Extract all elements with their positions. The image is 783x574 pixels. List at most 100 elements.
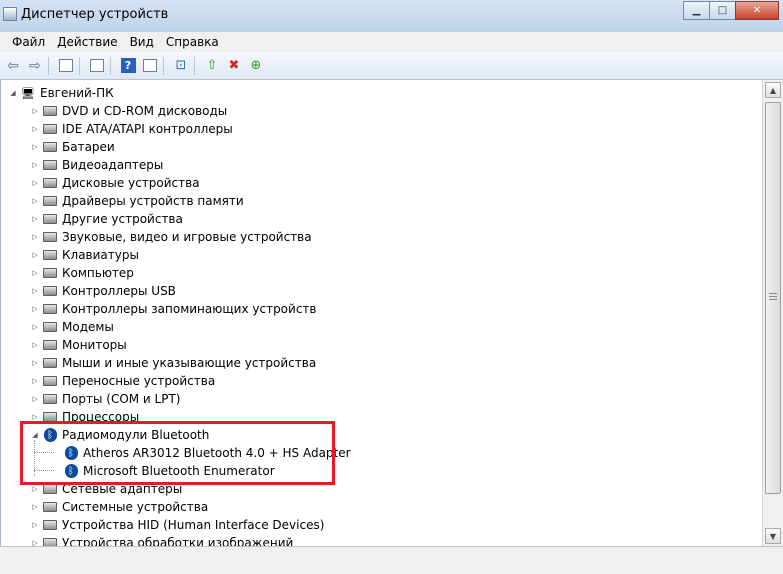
tree-category-0[interactable]: ▷ DVD и CD-ROM дисководы (31, 102, 227, 120)
expand-arrow-icon[interactable]: ▷ (31, 521, 39, 529)
window-title: Диспетчер устройств (21, 7, 169, 22)
ide-controller-icon (42, 122, 58, 136)
mouse-icon (42, 356, 58, 370)
scroll-down-button[interactable]: ▼ (765, 528, 781, 544)
computer-icon (42, 266, 58, 280)
tree-category-label: Мониторы (62, 338, 127, 352)
battery-icon (42, 140, 58, 154)
tree-category-4[interactable]: ▷ Дисковые устройства (31, 174, 200, 192)
menu-help[interactable]: Справка (160, 35, 225, 49)
expand-arrow-icon[interactable]: ▷ (31, 269, 39, 277)
collapse-arrow-icon[interactable]: ◢ (9, 89, 17, 97)
expand-arrow-icon[interactable]: ▷ (31, 107, 39, 115)
tree-category-3[interactable]: ▷ Видеоадаптеры (31, 156, 163, 174)
tree-category-10[interactable]: ▷ Контроллеры USB (31, 282, 176, 300)
tree-category-13[interactable]: ▷ Мониторы (31, 336, 127, 354)
tree-category-21[interactable]: ▷ Устройства HID (Human Interface Devices… (31, 516, 324, 534)
tree-category-8[interactable]: ▷ Клавиатуры (31, 246, 139, 264)
expand-arrow-icon[interactable]: ▷ (31, 323, 39, 331)
tree-category-6[interactable]: ▷ Другие устройства (31, 210, 183, 228)
expand-arrow-icon[interactable]: ▷ (31, 179, 39, 187)
monitor-icon (42, 338, 58, 352)
disk-drive-icon (42, 176, 58, 190)
tree-category-5[interactable]: ▷ Драйверы устройств памяти (31, 192, 244, 210)
tree-category-9[interactable]: ▷ Компьютер (31, 264, 134, 282)
toolbar-separator (110, 56, 111, 75)
back-icon[interactable]: ⇦ (4, 57, 22, 75)
menu-bar: Файл Действие Вид Справка (0, 32, 783, 52)
expand-arrow-icon[interactable]: ▷ (31, 197, 39, 205)
menu-view[interactable]: Вид (124, 35, 160, 49)
expand-arrow-icon[interactable]: ▷ (31, 143, 39, 151)
expand-arrow-icon[interactable]: ▷ (31, 251, 39, 259)
toolbar-separator (48, 56, 49, 75)
device-tree: ◢ 🖥 Евгений-ПК ▷ DVD и CD-ROM дисководы ▷ I… (0, 80, 762, 550)
computer-icon: 🖥 (21, 86, 35, 100)
tree-category-label: Мыши и иные указывающие устройства (62, 356, 317, 370)
tree-category-label: Контроллеры запоминающих устройств (62, 302, 317, 316)
tree-category-11[interactable]: ▷ Контроллеры запоминающих устройств (31, 300, 316, 318)
usb-icon (42, 284, 58, 298)
expand-arrow-icon[interactable]: ▷ (31, 395, 39, 403)
expand-arrow-icon[interactable]: ▷ (31, 233, 39, 241)
tree-category-12[interactable]: ▷ Модемы (31, 318, 114, 336)
expand-arrow-icon[interactable]: ▷ (31, 341, 39, 349)
tree-category-1[interactable]: ▷ IDE ATA/ATAPI контроллеры (31, 120, 232, 138)
maximize-button[interactable]: □ (709, 1, 736, 20)
expand-arrow-icon[interactable]: ▷ (31, 485, 39, 493)
tree-category-label: Видеоадаптеры (62, 158, 164, 172)
tree-category-20[interactable]: ▷ Системные устройства (31, 498, 208, 516)
tree-category-label: Устройства HID (Human Interface Devices) (62, 518, 325, 532)
tree-category-label: Другие устройства (62, 212, 183, 226)
expand-arrow-icon[interactable]: ▷ (31, 215, 39, 223)
menu-action[interactable]: Действие (51, 35, 123, 49)
expand-arrow-icon[interactable]: ▷ (31, 305, 39, 313)
expand-arrow-icon[interactable]: ▷ (31, 503, 39, 511)
speaker-icon (42, 230, 58, 244)
toolbar-separator (163, 56, 164, 75)
tree-category-label: Драйверы устройств памяти (62, 194, 244, 208)
tree-category-label: Модемы (62, 320, 114, 334)
expand-arrow-icon[interactable]: ▷ (31, 125, 39, 133)
tree-category-16[interactable]: ▷ Порты (COM и LPT) (31, 390, 180, 408)
tree-category-label: Батареи (62, 140, 115, 154)
hid-icon (42, 518, 58, 532)
scan-hardware-icon[interactable]: ⊡ (172, 57, 190, 75)
expand-arrow-icon[interactable]: ▷ (31, 161, 39, 169)
dvd-drive-icon (42, 104, 58, 118)
toolbar-separator (194, 56, 195, 75)
expand-arrow-icon[interactable]: ▷ (31, 287, 39, 295)
scroll-up-button[interactable]: ▲ (765, 82, 781, 98)
tree-category-14[interactable]: ▷ Мыши и иные указывающие устройства (31, 354, 316, 372)
tree-root[interactable]: ◢ 🖥 Евгений-ПК (9, 84, 114, 102)
action-pane-icon[interactable] (141, 57, 159, 75)
tree-category-label: Звуковые, видео и игровые устройства (62, 230, 312, 244)
update-driver-icon[interactable]: ⇧ (203, 57, 221, 75)
properties-icon[interactable] (88, 57, 106, 75)
memory-driver-icon (42, 194, 58, 208)
tree-category-15[interactable]: ▷ Переносные устройства (31, 372, 215, 390)
expand-arrow-icon[interactable]: ▷ (31, 377, 39, 385)
tree-category-2[interactable]: ▷ Батареи (31, 138, 115, 156)
tree-category-label: Контроллеры USB (62, 284, 176, 298)
uninstall-icon[interactable]: ✖ (225, 57, 243, 75)
tree-root-label: Евгений-ПК (40, 86, 114, 100)
vertical-scrollbar[interactable]: ▲ ▼ (762, 80, 783, 546)
enable-icon[interactable]: ⊕ (247, 57, 265, 75)
title-bar: Диспетчер устройств ▁ □ ✕ (0, 0, 783, 32)
console-tree-icon[interactable] (57, 57, 75, 75)
help-icon[interactable]: ? (119, 57, 137, 75)
expand-arrow-icon[interactable]: ▷ (31, 413, 39, 421)
expand-arrow-icon[interactable]: ▷ (31, 359, 39, 367)
forward-icon[interactable]: ⇨ (26, 57, 44, 75)
window-controls: ▁ □ ✕ (683, 1, 779, 20)
status-bar (0, 546, 783, 574)
tree-category-label: Системные устройства (62, 500, 209, 514)
tree-category-7[interactable]: ▷ Звуковые, видео и игровые устройства (31, 228, 312, 246)
minimize-button[interactable]: ▁ (683, 1, 710, 20)
menu-file[interactable]: Файл (6, 35, 51, 49)
close-button[interactable]: ✕ (735, 1, 779, 20)
other-devices-icon (42, 212, 58, 226)
scroll-thumb[interactable] (765, 102, 781, 494)
tree-category-label: Дисковые устройства (62, 176, 200, 190)
